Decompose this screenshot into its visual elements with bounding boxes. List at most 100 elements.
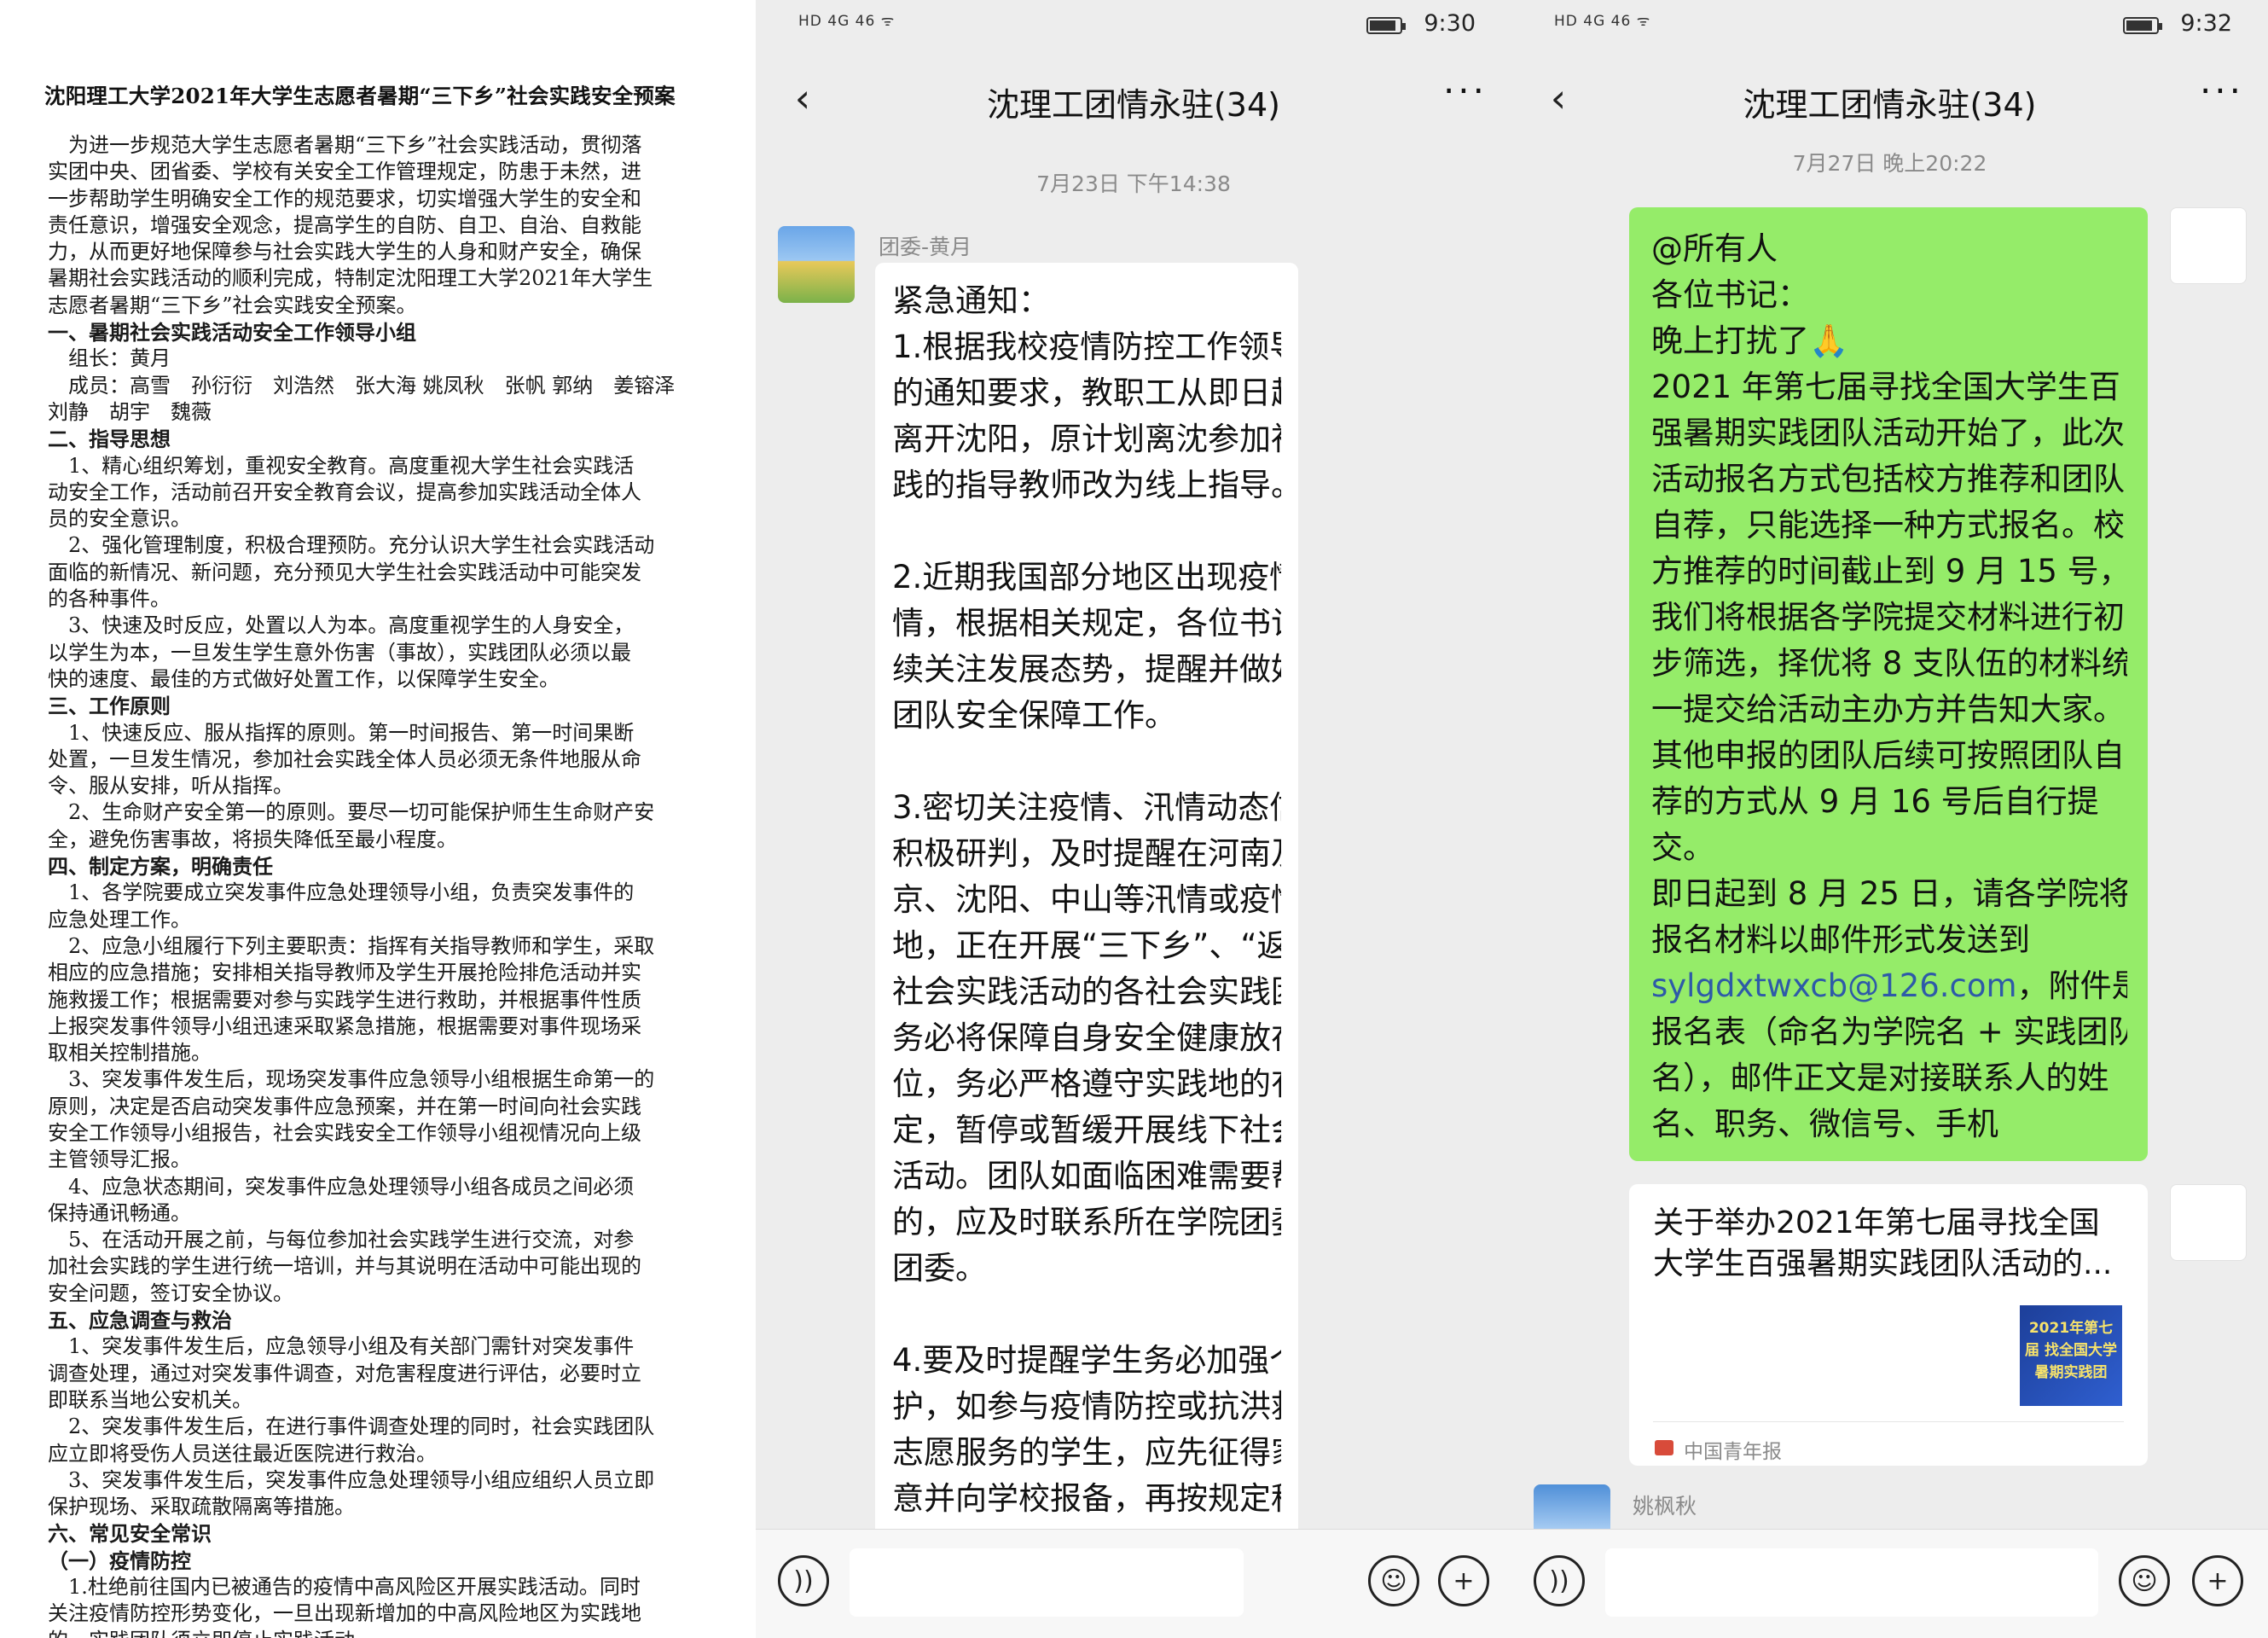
- message-line: 践的指导教师改为线上指导。: [892, 467, 1281, 503]
- status-time: 9:32: [2180, 10, 2232, 37]
- message-line: 报名材料以邮件形式发送到: [1651, 921, 2030, 958]
- message-line: 即日起到 8 月 25 日，请各学院将: [1651, 875, 2127, 912]
- email-link[interactable]: sylgdxtwxcb@126.com: [1651, 967, 2017, 1004]
- document-line: 相应的应急措施；安排相关指导教师及学生开展抢险排危活动并实: [48, 961, 641, 985]
- document-line: 1、精心组织筹划，重视安全教育。高度重视大学生社会实践活: [48, 453, 635, 478]
- document-line: 1、各学院要成立突发事件应急处理领导小组，负责突发事件的: [48, 880, 635, 905]
- article-title-line: 大学生百强暑期实践团队活动的...: [1653, 1246, 2113, 1281]
- emoji-icon[interactable]: ☺: [1368, 1555, 1419, 1606]
- avatar-self[interactable]: [2170, 1184, 2247, 1261]
- article-source: 中国青年报: [1684, 1441, 1782, 1463]
- article-card[interactable]: 关于举办2021年第七届寻找全国 大学生百强暑期实践团队活动的... 2021年第…: [1629, 1184, 2148, 1466]
- message-bubble[interactable]: 紧急通知： 1.根据我校疫情防控工作领导小组的通知要求，教职工从即日起不得离开沈阳…: [875, 263, 1298, 1542]
- message-line: 一提交给活动主办方并告知大家。: [1651, 691, 2125, 728]
- message-line: sylgdxtwxcb@126.com，附件是: [1651, 963, 2127, 1009]
- status-bar: HD 4G 46 ᯤ 9:32: [1511, 0, 2268, 53]
- section-heading: （一）疫情防控: [48, 1548, 191, 1573]
- document-line: 保持通讯畅通。: [48, 1200, 191, 1225]
- message-line: 地，正在开展“三下乡”、“返家乡”: [892, 927, 1281, 964]
- sender-name: 姚枫秋: [1633, 1494, 1697, 1519]
- document-line: 处置，一旦发生情况，参加社会实践全体人员必须无条件地服从命: [48, 746, 641, 771]
- message-line: 积极研判，及时提醒在河南及南: [892, 835, 1281, 872]
- message-line: 强暑期实践团队活动开始了，此次: [1651, 415, 2125, 451]
- document-line: 施救援工作；根据需要对参与实践学生进行救助，并根据事件性质: [48, 987, 641, 1012]
- message-line: 京、沈阳、中山等汛情或疫情发生: [892, 881, 1281, 918]
- message-line: 位，务必严格遵守实践地的有关规: [892, 1066, 1281, 1102]
- section-heading: 四、制定方案，明确责任: [48, 854, 273, 880]
- document-line: 刘静 胡宇 魏薇: [48, 399, 212, 424]
- message-text: ，附件是: [2016, 967, 2127, 1004]
- status-signal-icons: HD 4G 46 ᯤ: [1554, 13, 1651, 30]
- document-line: 上报突发事件领导小组迅速采取紧急措施，根据需要对事件现场采: [48, 1014, 641, 1038]
- message-line: 1.根据我校疫情防控工作领导小组: [892, 328, 1281, 365]
- message-line: 的，应及时联系所在学院团委或校: [892, 1204, 1281, 1240]
- message-line: @所有人: [1651, 230, 1778, 267]
- chat-header: ‹ 沈理工团情永驻(34) ···: [756, 67, 1511, 131]
- message-line: 我们将根据各学院提交材料进行初: [1651, 599, 2125, 636]
- message-line: 团委。: [892, 1250, 987, 1287]
- add-icon[interactable]: +: [2192, 1555, 2243, 1606]
- message-timestamp: 7月27日 晚上20:22: [1792, 151, 1987, 176]
- more-icon[interactable]: ···: [1443, 70, 1488, 112]
- document-line: 责任意识，增强安全观念，提高学生的自防、自卫、自治、自救能: [48, 212, 641, 237]
- document-line: 暑期社会实践活动的顺利完成，特制定沈阳理工大学2021年大学生: [48, 266, 653, 291]
- card-divider: [1653, 1421, 2124, 1422]
- add-icon[interactable]: +: [1438, 1555, 1489, 1606]
- message-line: 其他申报的团队后续可按照团队自: [1651, 737, 2125, 774]
- message-input[interactable]: [850, 1548, 1244, 1617]
- document-line: 以学生为本，一旦发生学生意外伤害（事故），实践团队必须以最: [48, 640, 631, 665]
- message-line: 紧急通知：: [892, 282, 1050, 319]
- message-line: 离开沈阳，原计划离沈参加社会实: [892, 421, 1281, 457]
- voice-icon[interactable]: )): [778, 1555, 829, 1606]
- message-line: 志愿服务的学生，应先征得家长同: [892, 1434, 1281, 1471]
- document-line: 1、突发事件发生后，应急领导小组及有关部门需针对突发事件: [48, 1334, 635, 1359]
- document-line: 快的速度、最佳的方式做好处置工作，以保障学生安全。: [48, 666, 560, 691]
- document-line: 4、应急状态期间，突发事件应急处理领导小组各成员之间必须: [48, 1174, 635, 1199]
- chat-title: 沈理工团情永驻(34): [1743, 86, 2037, 124]
- message-line: [892, 739, 1281, 785]
- document-title: 沈阳理工大学2021年大学生志愿者暑期“三下乡”社会实践安全预案: [44, 84, 676, 108]
- document-line: 为进一步规范大学生志愿者暑期“三下乡”社会实践活动，贯彻落: [48, 133, 642, 157]
- document-line: 志愿者暑期“三下乡”社会实践安全预案。: [48, 293, 417, 317]
- document-line: 动安全工作，活动前召开安全教育会议，提高参加实践活动全体人: [48, 479, 641, 504]
- emoji-icon[interactable]: ☺: [2119, 1555, 2170, 1606]
- document-line: 令、服从安排，听从指挥。: [48, 774, 293, 799]
- document-line: 1.杜绝前往国内已被通告的疫情中高风险区开展实践活动。同时: [48, 1575, 641, 1600]
- article-title-line: 关于举办2021年第七届寻找全国: [1653, 1205, 2100, 1240]
- document-line: 关注疫情防控形势变化，一旦出现新增加的中高风险地区为实践地: [48, 1601, 641, 1626]
- input-bar: )) ☺ +: [756, 1529, 1511, 1638]
- document-line: 3、突发事件发生后，突发事件应急处理领导小组应组织人员立即: [48, 1467, 655, 1492]
- message-bubble-self[interactable]: @所有人 各位书记： 晚上打扰了🙏 2021 年第七届寻找全国大学生百 强暑期实践团队活…: [1629, 207, 2148, 1161]
- avatar[interactable]: [778, 226, 855, 303]
- sender-name: 团委-黄月: [879, 235, 972, 259]
- document-line: 力，从而更好地保障参与社会实践大学生的人身和财产安全，确保: [48, 240, 641, 264]
- message-line: 名），邮件正文是对接联系人的姓: [1651, 1060, 2109, 1096]
- status-bar: HD 4G 46 ᯤ 9:30: [756, 0, 1511, 53]
- message-line: 报名表（命名为学院名 + 实践团队: [1651, 1014, 2127, 1050]
- more-icon[interactable]: ···: [2200, 70, 2244, 112]
- document-line: 调查处理，通过对突发事件调查，对危害程度进行评估，必要时立: [48, 1361, 641, 1385]
- message-line: 活动报名方式包括校方推荐和团队: [1651, 461, 2125, 497]
- section-heading: 一、暑期社会实践活动安全工作领导小组: [48, 320, 416, 346]
- document-line: 5、在活动开展之前，与每位参加社会实践学生进行交流，对参: [48, 1228, 635, 1252]
- section-heading: 六、常见安全常识: [48, 1521, 212, 1547]
- section-heading: 三、工作原则: [48, 694, 171, 719]
- status-time: 9:30: [1424, 10, 1476, 37]
- battery-icon: [2123, 17, 2162, 34]
- message-line: 晚上打扰了🙏: [1651, 322, 1849, 359]
- message-timestamp: 7月23日 下午14:38: [1036, 171, 1231, 196]
- document-line: 面临的新情况、新问题，充分预见大学生社会实践活动中可能突发: [48, 560, 641, 584]
- document-line: 主管领导汇报。: [48, 1147, 191, 1172]
- message-line: 定，暂停或暂缓开展线下社会实践: [892, 1112, 1281, 1148]
- message-line: 务必将保障自身安全健康放在第一: [892, 1019, 1281, 1056]
- document-line: 全，避免伤害事故，将损失降低至最小程度。: [48, 827, 457, 851]
- message-line: 意并向学校报备，再按规定程序报: [892, 1480, 1281, 1517]
- message-input[interactable]: [1605, 1548, 2098, 1617]
- message-line: 3.密切关注疫情、汛情动态信息，: [892, 789, 1281, 826]
- avatar-self[interactable]: [2170, 207, 2247, 284]
- message-line: [892, 1292, 1281, 1338]
- voice-icon[interactable]: )): [1534, 1555, 1585, 1606]
- document-line: 成员：高雪 孙衍衍 刘浩然 张大海 姚凤秋 张帆 郭纳 姜镕泽: [48, 373, 676, 398]
- document-line: 2、强化管理制度，积极合理预防。充分认识大学生社会实践活动: [48, 533, 655, 558]
- message-line: 方推荐的时间截止到 9 月 15 号，: [1651, 553, 2127, 590]
